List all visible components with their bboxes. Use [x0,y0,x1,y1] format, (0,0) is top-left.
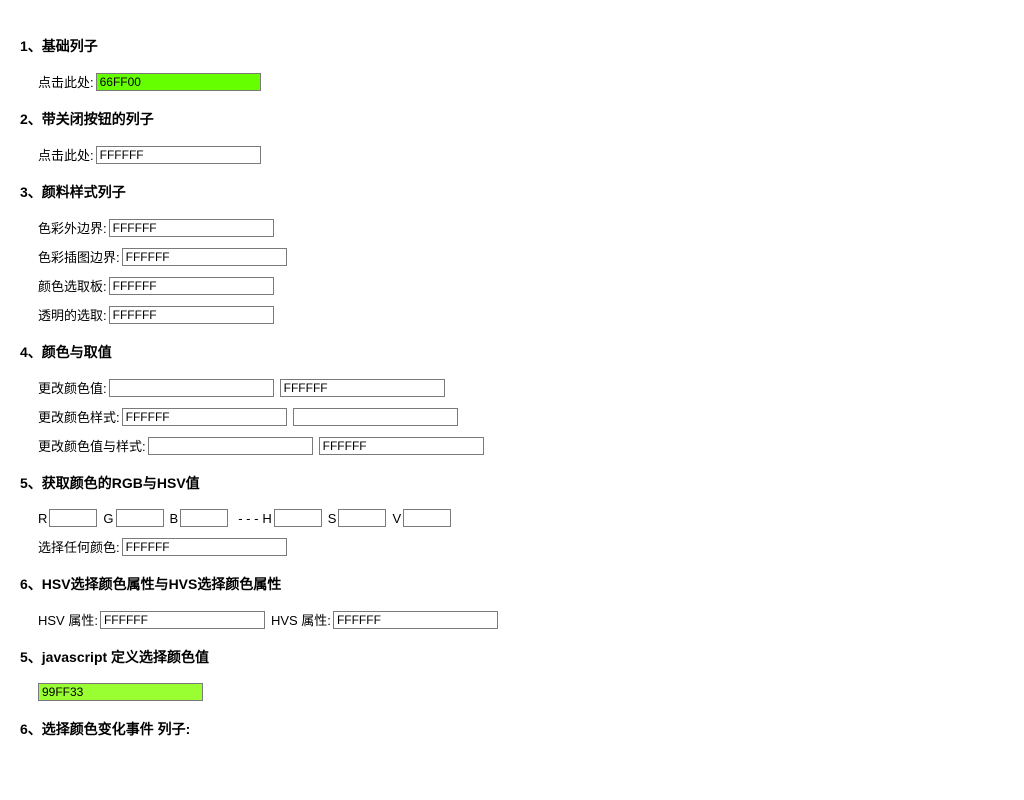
input-v[interactable] [403,509,451,527]
label-transparent-sel: 透明的选取: [38,305,107,324]
section-4-title: 4、颜色与取值 [20,342,1004,362]
input-r[interactable] [49,509,97,527]
label-click-here-2: 点击此处: [38,145,94,164]
input-hvs-attr[interactable] [333,611,498,629]
input-inset-border[interactable] [122,248,287,266]
input-b[interactable] [180,509,228,527]
label-r: R [38,511,47,526]
input-close-btn[interactable] [96,146,261,164]
input-change-value-b[interactable] [280,379,445,397]
input-picker-panel[interactable] [109,277,274,295]
label-inset-border: 色彩插图边界: [38,247,120,266]
input-s[interactable] [338,509,386,527]
label-change-value: 更改颜色值: [38,378,107,397]
label-choose-any: 选择任何颜色: [38,537,120,556]
input-change-both-b[interactable] [319,437,484,455]
section-3-title: 3、颜料样式列子 [20,182,1004,202]
input-choose-any[interactable] [122,538,287,556]
input-change-value-a[interactable] [109,379,274,397]
section-6-title: 6、HSV选择颜色属性与HVS选择颜色属性 [20,574,1004,594]
input-transparent-sel[interactable] [109,306,274,324]
label-hsv-attr: HSV 属性: [38,610,98,629]
label-change-style: 更改颜色样式: [38,407,120,426]
section-7-title: 5、javascript 定义选择颜色值 [20,647,1004,667]
label-outer-border: 色彩外边界: [38,218,107,237]
label-click-here-1: 点击此处: [38,72,94,91]
section-8-title: 6、选择颜色变化事件 列子: [20,719,1004,739]
label-hvs-attr: HVS 属性: [271,610,331,629]
label-g: G [103,511,113,526]
input-change-style-a[interactable] [122,408,287,426]
input-h[interactable] [274,509,322,527]
label-h: H [262,511,271,526]
input-js-defined[interactable] [38,683,203,701]
input-g[interactable] [116,509,164,527]
label-v: V [392,511,401,526]
section-5-title: 5、获取颜色的RGB与HSV值 [20,473,1004,493]
label-b: B [170,511,179,526]
input-change-style-b[interactable] [293,408,458,426]
input-basic[interactable] [96,73,261,91]
label-s: S [328,511,337,526]
rgb-hsv-separator: - - - [238,511,258,526]
section-1-title: 1、基础列子 [20,36,1004,56]
input-hsv-attr[interactable] [100,611,265,629]
input-outer-border[interactable] [109,219,274,237]
label-change-both: 更改颜色值与样式: [38,436,146,455]
section-2-title: 2、带关闭按钮的列子 [20,109,1004,129]
input-change-both-a[interactable] [148,437,313,455]
label-picker-panel: 颜色选取板: [38,276,107,295]
